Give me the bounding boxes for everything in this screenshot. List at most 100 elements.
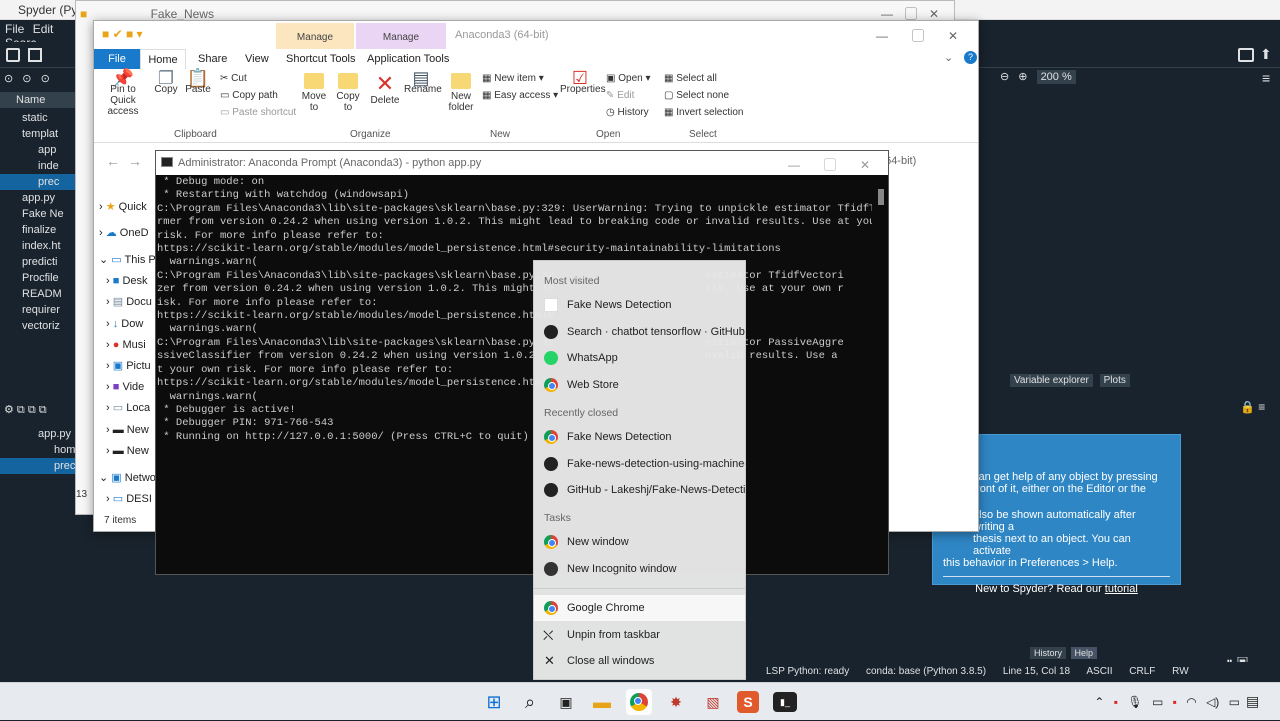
terminal-window-controls[interactable]: — ▢ ✕	[788, 156, 870, 173]
paste-shortcut-button[interactable]: ▭ Paste shortcut	[220, 107, 296, 118]
edit-button[interactable]: ✎ Edit	[606, 90, 634, 101]
file-index-html[interactable]: index.ht	[0, 238, 75, 254]
file-finalized[interactable]: finalize	[0, 222, 75, 238]
monitor-icon[interactable]: ▭	[1152, 695, 1163, 709]
jump-task-new-window[interactable]: New window	[534, 529, 745, 555]
spyder-icon[interactable]: ✸	[663, 689, 689, 715]
outline-predict[interactable]: prec	[0, 458, 75, 474]
battery-icon[interactable]: ▭	[1229, 695, 1240, 709]
file-index-template[interactable]: inde	[0, 158, 75, 174]
properties-button[interactable]: ☑ Properties	[560, 69, 606, 95]
outline-app-py[interactable]: app.py	[0, 426, 75, 442]
notification-icon[interactable]: ▤	[1246, 693, 1259, 710]
tab-share[interactable]: Share	[198, 53, 227, 65]
tab-application-tools[interactable]: Application Tools	[367, 53, 449, 65]
help-icon[interactable]: ?	[964, 51, 977, 64]
zoom-in-icon[interactable]: ⊕	[1018, 71, 1027, 83]
nav-this-pc[interactable]: ⌄ ▭ This P	[99, 252, 156, 268]
terminal-output[interactable]: * Debug mode: on * Restarting with watch…	[157, 176, 872, 572]
jump-item-fake-news[interactable]: Fake News Detection	[534, 292, 745, 318]
file-static[interactable]: static	[0, 110, 75, 126]
file-requirements[interactable]: requirer	[0, 302, 75, 318]
file-app-py[interactable]: app.py	[0, 190, 75, 206]
nav-onedrive[interactable]: › ☁ OneD	[99, 225, 149, 241]
paste-button[interactable]: 📋 Paste	[184, 69, 212, 95]
tab-history[interactable]: History	[1030, 647, 1067, 659]
nav-music[interactable]: › ● Musi	[106, 337, 146, 353]
tab-file[interactable]: File	[94, 49, 140, 69]
chrome-taskbar-icon[interactable]	[626, 689, 652, 715]
help-lock-icon[interactable]: 🔒 ≡	[1240, 400, 1265, 414]
sublime-tray-icon[interactable]: ▪	[1114, 695, 1118, 709]
jump-close-all[interactable]: ✕ Close all windows	[534, 648, 745, 674]
jump-unpin[interactable]: ⛌ Unpin from taskbar	[534, 622, 745, 648]
forward-icon[interactable]: ⊙	[22, 73, 31, 85]
browse-folder-icon[interactable]	[1238, 48, 1254, 62]
tab-home[interactable]: Home	[140, 49, 186, 69]
nav-downloads[interactable]: › ↓ Dow	[106, 316, 143, 332]
file-readme[interactable]: READM	[0, 286, 75, 302]
easy-access-button[interactable]: ▦ Easy access ▾	[482, 90, 558, 101]
options-menu-icon[interactable]: ≡	[1262, 70, 1270, 86]
nav-desktop-pc[interactable]: › ▭ DESI	[106, 491, 152, 507]
nav-local-disk[interactable]: › ▭ Loca	[106, 400, 150, 416]
pin-quick-access-button[interactable]: 📌 Pin to Quick access	[98, 69, 148, 117]
terminal-scrollbar[interactable]	[878, 189, 884, 205]
nav-new-volume-1[interactable]: › ▬ New	[106, 422, 149, 438]
jump-google-chrome[interactable]: Google Chrome	[534, 595, 745, 621]
file-templates[interactable]: templat	[0, 126, 75, 142]
nav-quick-access[interactable]: › ★ Quick	[99, 199, 147, 215]
nav-documents[interactable]: › ▤ Docu	[106, 294, 152, 310]
tab-plots[interactable]: Plots	[1099, 374, 1130, 387]
file-fake-news[interactable]: Fake Ne	[0, 206, 75, 222]
up-arrow-icon[interactable]: ⬆	[1260, 46, 1272, 63]
collapse-ribbon-icon[interactable]: ⌄	[944, 51, 953, 64]
jump-item-whatsapp[interactable]: WhatsApp	[534, 345, 745, 371]
open-button[interactable]: ▣ Open ▾	[606, 73, 651, 84]
new-file-icon[interactable]	[6, 48, 20, 62]
copy-to-button[interactable]: Copy to	[334, 73, 362, 113]
menu-edit[interactable]: Edit	[33, 22, 54, 36]
jump-item-web-store[interactable]: Web Store	[534, 372, 745, 398]
history-button[interactable]: ◷ History	[606, 107, 649, 118]
file-predict-template[interactable]: prec	[0, 174, 75, 190]
menu-file[interactable]: File	[5, 22, 24, 36]
mic-icon[interactable]: 🎙	[1127, 695, 1142, 709]
file-prediction[interactable]: predicti	[0, 254, 75, 270]
tab-view[interactable]: View	[245, 53, 269, 65]
parent-icon[interactable]: ⊙	[41, 73, 50, 85]
invert-selection-button[interactable]: ▦ Invert selection	[664, 107, 744, 118]
jump-item-recent-fake-news[interactable]: Fake News Detection	[534, 424, 745, 450]
nav-pictures[interactable]: › ▣ Pictu	[106, 358, 151, 374]
rename-button[interactable]: ▤ Rename	[404, 69, 442, 95]
task-view-icon[interactable]: ▣	[553, 689, 579, 715]
nav-videos[interactable]: › ■ Vide	[106, 379, 144, 395]
new-item-button[interactable]: ▦ New item ▾	[482, 73, 544, 84]
tab-help[interactable]: Help	[1070, 647, 1098, 659]
select-none-button[interactable]: ▢ Select none	[664, 90, 729, 101]
file-explorer-icon[interactable]: ▬	[589, 689, 615, 715]
tutorial-link[interactable]: tutorial	[1105, 583, 1138, 595]
sublime-icon[interactable]: S	[737, 691, 759, 713]
tray-chevron-icon[interactable]: ⌃	[1094, 695, 1104, 709]
move-to-button[interactable]: Move to	[300, 73, 328, 113]
tab-shortcut-tools[interactable]: Shortcut Tools	[286, 53, 356, 65]
copy-button[interactable]: ❐ Copy	[152, 69, 180, 95]
jump-task-incognito[interactable]: New Incognito window	[534, 556, 745, 582]
nav-network[interactable]: ⌄ ▣ Netwo	[99, 470, 156, 486]
file-app-template[interactable]: app	[0, 142, 75, 158]
open-file-icon[interactable]	[28, 48, 42, 62]
jump-item-recent-github-1[interactable]: Fake-news-detection-using-machine-l...	[534, 451, 745, 477]
window-controls[interactable]: — ▢ ✕	[876, 27, 958, 44]
terminal-taskbar-icon[interactable]: ▮_	[773, 692, 797, 712]
outline-home[interactable]: hom	[0, 442, 75, 458]
app-tray-icon[interactable]: ▪	[1173, 695, 1177, 709]
nav-forward-icon[interactable]: →	[128, 153, 142, 169]
search-icon[interactable]: ⌕	[517, 689, 543, 715]
anaconda-icon[interactable]: ▧	[700, 689, 726, 715]
nav-desktop[interactable]: › ■ Desk	[106, 273, 148, 289]
start-icon[interactable]: ⊞	[481, 689, 507, 715]
copy-path-button[interactable]: ▭ Copy path	[220, 90, 278, 101]
jump-item-github-search[interactable]: Search · chatbot tensorflow · GitHub	[534, 319, 745, 345]
file-vectorizer[interactable]: vectoriz	[0, 318, 75, 334]
